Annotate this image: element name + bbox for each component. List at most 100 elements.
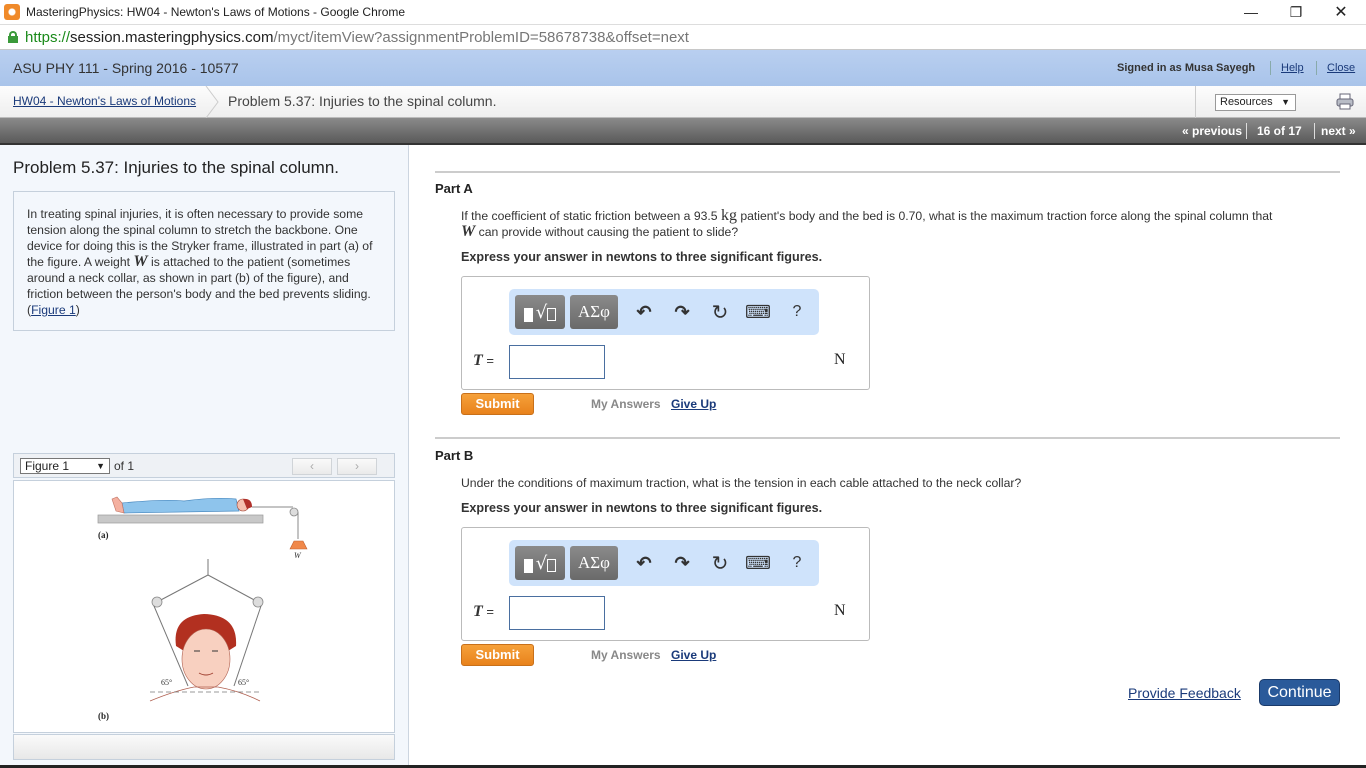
greek-symbols-button[interactable]: ΑΣφ	[570, 546, 618, 580]
undo-icon[interactable]: ↶	[632, 552, 656, 574]
weight	[289, 540, 308, 550]
continue-button[interactable]: Continue	[1259, 679, 1340, 706]
nav-separator	[1314, 123, 1315, 139]
angle-right-label: 65°	[238, 678, 249, 687]
reset-icon[interactable]: ↻	[708, 552, 732, 575]
cable	[207, 574, 259, 603]
divider	[435, 171, 1340, 173]
unit-label: N	[834, 602, 846, 619]
restore-button[interactable]: ❐	[1273, 0, 1319, 24]
minimize-button[interactable]: —	[1228, 0, 1274, 24]
pulley	[289, 507, 299, 517]
problem-intro: In treating spinal injuries, it is often…	[13, 191, 395, 331]
figure-link[interactable]: Figure 1	[31, 303, 76, 317]
part-b-instruction: Express your answer in newtons to three …	[461, 501, 823, 515]
part-b-give-up-link[interactable]: Give Up	[671, 648, 716, 662]
template-box-icon	[547, 558, 557, 572]
course-title: ASU PHY 111 - Spring 2016 - 10577	[13, 60, 239, 76]
face	[181, 628, 231, 690]
problem-position: 16 of 17	[1257, 124, 1302, 138]
breadcrumb-current: Problem 5.37: Injuries to the spinal col…	[228, 93, 497, 109]
part-b-answer-input[interactable]	[509, 596, 605, 630]
chevron-down-icon: ▼	[96, 461, 105, 471]
template-block-icon	[523, 559, 533, 573]
answer-label: T =	[473, 603, 494, 621]
figure-next-button[interactable]: ›	[337, 458, 377, 475]
help-icon[interactable]: ?	[785, 552, 809, 574]
equals-sign: =	[482, 604, 494, 619]
part-b-my-answers: My Answers	[591, 648, 661, 662]
browser-titlebar: MasteringPhysics: HW04 - Newton's Laws o…	[0, 0, 1366, 24]
unit-kg: kg	[720, 207, 737, 224]
template-box-icon	[547, 307, 557, 321]
window-title: MasteringPhysics: HW04 - Newton's Laws o…	[26, 5, 406, 19]
angle-left-label: 65°	[161, 678, 172, 687]
patient-feet	[111, 496, 125, 514]
bed	[97, 514, 264, 524]
close-link[interactable]: Close	[1327, 62, 1355, 74]
close-window-button[interactable]: ✕	[1318, 0, 1364, 24]
divider	[435, 437, 1340, 439]
breadcrumb-assignment-link[interactable]: HW04 - Newton's Laws of Motions	[13, 94, 196, 108]
redo-icon[interactable]: ↷	[670, 552, 694, 574]
radical-icon: √	[535, 301, 548, 323]
unit-label: N	[834, 351, 846, 368]
part-a-question: If the coefficient of static friction be…	[461, 208, 1346, 240]
problem-title: Problem 5.37: Injuries to the spinal col…	[13, 158, 340, 177]
part-a-give-up-link[interactable]: Give Up	[671, 397, 716, 411]
part-a-instruction: Express your answer in newtons to three …	[461, 250, 823, 264]
part-a-answer-input[interactable]	[509, 345, 605, 379]
variable-t: T	[473, 603, 483, 620]
greek-symbols-button[interactable]: ΑΣφ	[570, 295, 618, 329]
help-icon[interactable]: ?	[785, 301, 809, 323]
resources-dropdown[interactable]: Resources ▼	[1215, 94, 1296, 111]
previous-link[interactable]: « previous	[1182, 124, 1242, 138]
keyboard-icon[interactable]: ⌨	[745, 301, 771, 323]
templates-button[interactable]: √	[515, 546, 565, 580]
radical-icon: √	[535, 552, 548, 574]
redo-icon[interactable]: ↷	[670, 301, 694, 323]
nav-separator	[1246, 123, 1247, 139]
header-separator	[1316, 61, 1317, 75]
undo-icon[interactable]: ↶	[632, 301, 656, 323]
keyboard-icon[interactable]: ⌨	[745, 552, 771, 574]
figure-prev-button[interactable]: ‹	[292, 458, 332, 475]
label-b: (b)	[98, 711, 109, 721]
url-scheme: https://	[25, 28, 71, 46]
pulley	[151, 596, 163, 608]
question-text: patient's body and the bed is 0.70, what…	[736, 209, 1273, 223]
patient-body	[121, 497, 240, 514]
print-icon[interactable]	[1336, 93, 1354, 110]
chevron-left-icon: ‹	[310, 459, 314, 473]
signed-in-user: Signed in as Musa Sayegh	[1117, 62, 1256, 74]
figure-select-value: Figure 1	[25, 459, 70, 473]
breadcrumb: HW04 - Newton's Laws of Motions Problem …	[0, 86, 1366, 118]
site-header: ASU PHY 111 - Spring 2016 - 10577 Signed…	[0, 50, 1366, 86]
part-a-my-answers: My Answers	[591, 397, 661, 411]
variable-w: W	[133, 253, 148, 270]
problem-nav-bar: « previous 16 of 17 next »	[0, 118, 1366, 145]
mastering-physics-icon	[4, 4, 20, 20]
header-separator	[1270, 61, 1271, 75]
part-a-submit-button[interactable]: Submit	[461, 393, 534, 415]
part-b-answer-box: √ ΑΣφ ↶ ↷ ↻ ⌨ ? T = N	[461, 527, 870, 641]
variable-t: T	[473, 352, 483, 369]
next-link[interactable]: next »	[1321, 124, 1356, 138]
cable	[156, 574, 209, 603]
figure-image: W (a) 65° 65° (b)	[13, 480, 395, 733]
part-b-title: Part B	[435, 448, 474, 463]
part-b-submit-button[interactable]: Submit	[461, 644, 534, 666]
chevron-down-icon: ▼	[1281, 97, 1290, 107]
provide-feedback-link[interactable]: Provide Feedback	[1128, 685, 1241, 701]
reset-icon[interactable]: ↻	[708, 301, 732, 324]
url-text[interactable]: https://session.masteringphysics.com/myc…	[25, 29, 689, 46]
problem-panel: Problem 5.37: Injuries to the spinal col…	[0, 145, 409, 768]
chevron-right-icon: ›	[355, 459, 359, 473]
resources-label: Resources	[1220, 96, 1273, 108]
address-bar[interactable]: https://session.masteringphysics.com/myc…	[0, 24, 1366, 50]
template-block-icon	[523, 308, 533, 322]
figure-select[interactable]: Figure 1 ▼	[20, 458, 110, 474]
equals-sign: =	[482, 353, 494, 368]
help-link[interactable]: Help	[1281, 62, 1304, 74]
templates-button[interactable]: √	[515, 295, 565, 329]
